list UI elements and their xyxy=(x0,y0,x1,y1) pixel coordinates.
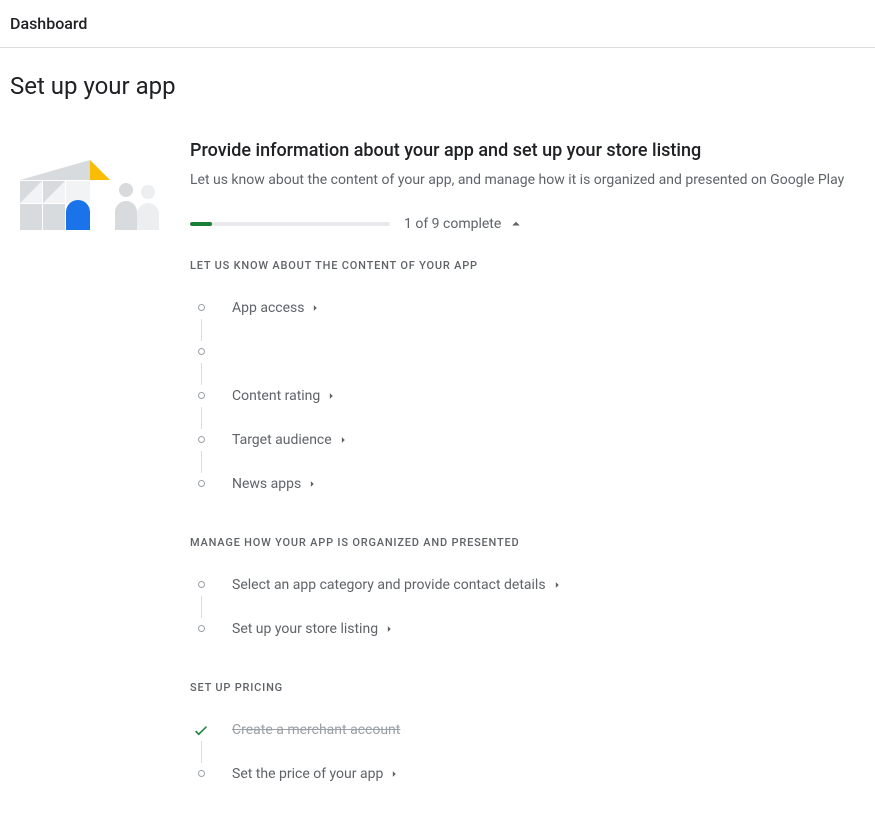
chevron-right-icon xyxy=(550,578,564,592)
check-icon xyxy=(192,721,210,739)
task-status-todo-icon xyxy=(190,429,212,451)
progress-row[interactable]: 1 of 9 complete xyxy=(190,215,865,233)
progress-bar xyxy=(190,222,212,226)
task-list: Select an app category and provide conta… xyxy=(190,563,865,651)
task-item[interactable]: App access xyxy=(190,286,865,330)
task-label: App access xyxy=(232,300,304,316)
task-status-done-icon xyxy=(190,719,212,741)
section-title: Set up your app xyxy=(0,48,875,110)
circle-icon xyxy=(198,392,205,399)
task-item[interactable]: Set the price of your app xyxy=(190,752,865,796)
task-group-header: SET UP PRICING xyxy=(190,681,865,694)
card-subtitle: Let us know about the content of your ap… xyxy=(190,171,865,191)
task-label: Create a merchant account xyxy=(232,722,400,738)
setup-illustration-icon xyxy=(10,150,160,230)
circle-icon xyxy=(198,480,205,487)
task-item[interactable]: News apps xyxy=(190,462,865,506)
chevron-right-icon xyxy=(324,389,338,403)
content-row: Provide information about your app and s… xyxy=(0,110,875,836)
circle-icon xyxy=(198,625,205,632)
task-status-todo-icon xyxy=(190,574,212,596)
task-item[interactable]: Set up your store listing xyxy=(190,607,865,651)
chevron-right-icon xyxy=(308,301,322,315)
page-title: Dashboard xyxy=(10,14,865,33)
task-status-todo-icon xyxy=(190,473,212,495)
circle-icon xyxy=(198,581,205,588)
task-item[interactable]: Select an app category and provide conta… xyxy=(190,563,865,607)
task-status-todo-icon xyxy=(190,618,212,640)
progress-label: 1 of 9 complete xyxy=(404,216,501,232)
circle-icon xyxy=(198,770,205,777)
task-label: Content rating xyxy=(232,388,320,404)
illustration-column xyxy=(10,140,190,826)
task-item xyxy=(190,330,865,374)
chevron-right-icon xyxy=(336,433,350,447)
task-group-header: LET US KNOW ABOUT THE CONTENT OF YOUR AP… xyxy=(190,259,865,272)
chevron-up-icon[interactable] xyxy=(507,215,525,233)
card-title: Provide information about your app and s… xyxy=(190,140,865,161)
task-label: Select an app category and provide conta… xyxy=(232,577,546,593)
task-status-todo-icon xyxy=(190,763,212,785)
chevron-right-icon xyxy=(382,622,396,636)
task-status-todo-icon xyxy=(190,385,212,407)
task-item[interactable]: Target audience xyxy=(190,418,865,462)
progress-track xyxy=(190,222,390,226)
task-label: Set up your store listing xyxy=(232,621,378,637)
task-group-header: MANAGE HOW YOUR APP IS ORGANIZED AND PRE… xyxy=(190,536,865,549)
circle-icon xyxy=(198,348,205,355)
task-status-todo-icon xyxy=(190,341,212,363)
task-label: Set the price of your app xyxy=(232,766,383,782)
circle-icon xyxy=(198,304,205,311)
task-groups: LET US KNOW ABOUT THE CONTENT OF YOUR AP… xyxy=(190,259,865,796)
task-status-todo-icon xyxy=(190,297,212,319)
task-label: News apps xyxy=(232,476,301,492)
page-header: Dashboard xyxy=(0,0,875,48)
task-list: App access Content rating Target audience N… xyxy=(190,286,865,506)
chevron-right-icon xyxy=(387,767,401,781)
section-heading: Set up your app xyxy=(10,72,865,100)
chevron-right-icon xyxy=(305,477,319,491)
circle-icon xyxy=(198,436,205,443)
task-list: Create a merchant account Set the price o… xyxy=(190,708,865,796)
task-label: Target audience xyxy=(232,432,332,448)
main-column: Provide information about your app and s… xyxy=(190,140,865,826)
task-item[interactable]: Content rating xyxy=(190,374,865,418)
task-item: Create a merchant account xyxy=(190,708,865,752)
